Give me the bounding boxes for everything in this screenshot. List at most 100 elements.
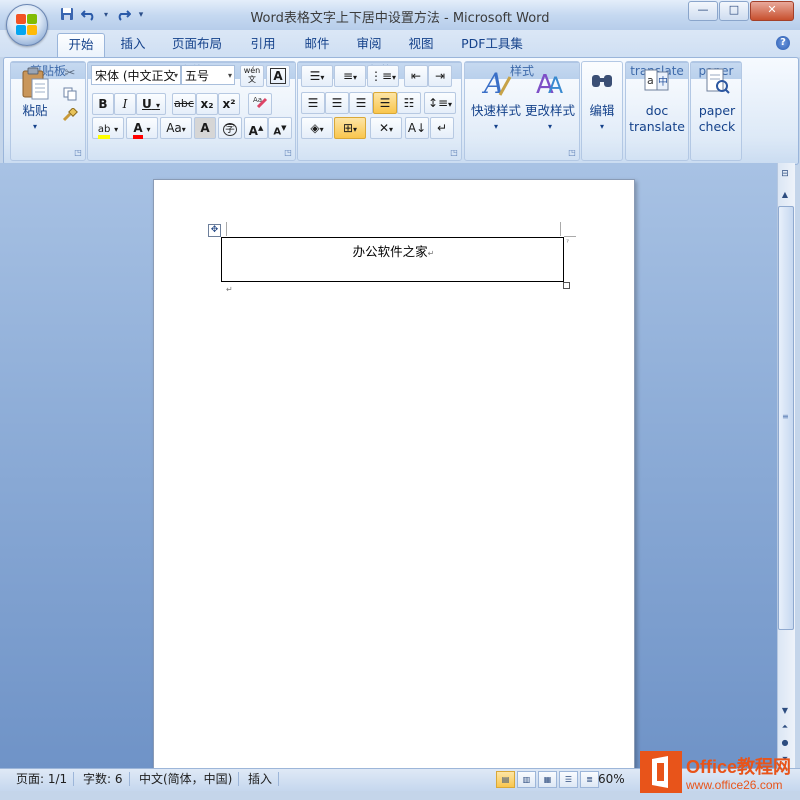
scroll-down-icon[interactable]: ▼ xyxy=(778,704,792,718)
highlight-button[interactable]: ab ▾ xyxy=(92,117,124,139)
justify-button[interactable]: ☰ xyxy=(373,92,397,114)
status-insert-mode[interactable]: 插入 xyxy=(242,772,280,786)
web-layout-icon[interactable]: ▦ xyxy=(538,771,557,788)
clear-formatting-button[interactable]: Aa xyxy=(248,93,272,115)
paragraph-mark: ↵ xyxy=(226,285,233,294)
borders-button[interactable]: ⊞▾ xyxy=(334,117,366,139)
subscript-button[interactable]: x₂ xyxy=(196,93,218,115)
tab-page-layout[interactable]: 页面布局 xyxy=(166,33,228,55)
group-font: 宋体 (中文正文 ▾ 五号 ▾ wén 文 A B I U ▾ abc x₂ x² … xyxy=(87,61,296,161)
zoom-level[interactable]: 60% xyxy=(592,772,631,786)
font-size-combo[interactable]: 五号 ▾ xyxy=(181,65,235,85)
superscript-button[interactable]: x² xyxy=(218,93,240,115)
scroll-thumb[interactable]: ≡ xyxy=(778,206,794,630)
doc-translate-button[interactable]: a中 doc translate xyxy=(628,64,686,138)
margin-mark xyxy=(226,222,227,236)
status-word-count[interactable]: 字数: 6 xyxy=(77,772,130,786)
shrink-font-button[interactable]: A▼ xyxy=(268,117,292,139)
font-size-value: 五号 xyxy=(185,69,210,83)
sort-button[interactable]: A↓ xyxy=(405,117,429,139)
tab-insert[interactable]: 插入 xyxy=(112,33,154,55)
status-language[interactable]: 中文(简体，中国) xyxy=(133,772,240,786)
document-table[interactable]: 办公软件之家↵ xyxy=(221,237,564,282)
change-styles-button[interactable]: AA 更改样式 ▾ xyxy=(522,64,578,136)
strikethrough-button[interactable]: abc xyxy=(172,93,196,115)
tab-view[interactable]: 视图 xyxy=(400,33,442,55)
asian-layout-button[interactable]: ✕▾ xyxy=(370,117,402,139)
quick-styles-button[interactable]: A 快速样式 ▾ xyxy=(468,64,524,136)
maximize-button[interactable]: □ xyxy=(719,1,749,21)
enclose-characters-button[interactable]: 字 xyxy=(218,117,242,139)
outline-view-icon[interactable]: ☰ xyxy=(559,771,578,788)
office-button[interactable] xyxy=(6,4,48,46)
tab-mailings[interactable]: 邮件 xyxy=(296,33,338,55)
tab-review[interactable]: 审阅 xyxy=(348,33,390,55)
increase-indent-button[interactable]: ⇥ xyxy=(428,65,452,87)
font-launcher-icon[interactable]: ◳ xyxy=(284,149,292,157)
font-name-value: 宋体 (中文正文 xyxy=(95,69,176,83)
cell-text: 办公软件之家 xyxy=(352,244,428,259)
paste-label: 粘贴 xyxy=(22,103,48,118)
align-left-button[interactable]: ☰ xyxy=(301,92,325,114)
previous-page-icon[interactable]: ⏶ xyxy=(778,720,792,734)
tab-pdf-tools[interactable]: PDF工具集 xyxy=(456,33,528,55)
chevron-down-icon: ▾ xyxy=(227,71,232,80)
decrease-indent-button[interactable]: ⇤ xyxy=(404,65,428,87)
cut-button[interactable]: ✂ xyxy=(59,65,81,85)
multilevel-list-button[interactable]: ⋮≡▾ xyxy=(367,65,399,87)
distributed-button[interactable]: ☷ xyxy=(397,92,421,114)
char-shading-button[interactable]: A xyxy=(194,117,216,139)
shrink-font-label: A xyxy=(273,126,282,138)
italic-button[interactable]: I xyxy=(114,93,136,115)
phonetic-guide-button[interactable]: wén 文 xyxy=(240,65,264,87)
numbering-button[interactable]: ≡▾ xyxy=(334,65,366,87)
svg-text:a: a xyxy=(647,74,654,87)
editing-button[interactable]: 编辑 ▾ xyxy=(584,64,620,136)
clipboard-icon xyxy=(22,67,49,100)
row-end-mark: ˀ xyxy=(566,238,569,247)
show-marks-button[interactable]: ↵ xyxy=(430,117,454,139)
full-screen-reading-icon[interactable]: ▥ xyxy=(517,771,536,788)
change-case-button[interactable]: Aa▾ xyxy=(160,117,192,139)
align-center-button[interactable]: ☰ xyxy=(325,92,349,114)
styles-launcher-icon[interactable]: ◳ xyxy=(568,149,576,157)
paste-button[interactable]: 粘贴 ▾ xyxy=(15,64,55,136)
office-logo-icon xyxy=(16,14,38,36)
window-controls: — □ ✕ xyxy=(688,1,794,21)
char-border-button[interactable]: A xyxy=(266,65,290,87)
table-cell[interactable]: 办公软件之家↵ xyxy=(222,241,565,260)
status-page[interactable]: 页面: 1/1 xyxy=(10,772,75,786)
copy-button[interactable] xyxy=(59,86,81,106)
highlight-icon: ab xyxy=(97,124,111,139)
underline-label: U xyxy=(142,97,152,111)
table-move-handle-icon[interactable]: ✥ xyxy=(208,224,221,237)
tab-home[interactable]: 开始 xyxy=(57,33,105,58)
line-spacing-button[interactable]: ↕≡▾ xyxy=(424,92,456,114)
close-button[interactable]: ✕ xyxy=(750,1,794,21)
window-title: Word表格文字上下居中设置方法 - Microsoft Word xyxy=(250,11,550,26)
help-icon[interactable]: ? xyxy=(776,36,790,50)
table-resize-handle[interactable] xyxy=(563,282,570,289)
shading-button[interactable]: ◈▾ xyxy=(301,117,333,139)
paper-check-button[interactable]: paper check xyxy=(691,64,743,138)
align-center-icon: ☰ xyxy=(331,96,343,110)
print-layout-icon[interactable]: ▤ xyxy=(496,771,515,788)
binoculars-icon xyxy=(592,75,612,87)
sort-icon: A↓ xyxy=(407,121,427,135)
svg-text:A: A xyxy=(548,74,563,99)
bullets-button[interactable]: ☰▾ xyxy=(301,65,333,87)
font-name-combo[interactable]: 宋体 (中文正文 ▾ xyxy=(91,65,181,85)
ruler-toggle-icon[interactable]: ⊟ xyxy=(778,167,792,181)
minimize-button[interactable]: — xyxy=(688,1,718,21)
font-color-button[interactable]: A ▾ xyxy=(126,117,158,139)
underline-button[interactable]: U ▾ xyxy=(136,93,166,115)
scroll-up-icon[interactable]: ▲ xyxy=(778,188,792,202)
align-right-button[interactable]: ☰ xyxy=(349,92,373,114)
quick-styles-label: 快速样式 xyxy=(470,103,521,118)
bold-button[interactable]: B xyxy=(92,93,114,115)
format-painter-button[interactable] xyxy=(59,107,81,127)
grow-font-button[interactable]: A▲ xyxy=(244,117,268,139)
paragraph-launcher-icon[interactable]: ◳ xyxy=(450,149,458,157)
tab-references[interactable]: 引用 xyxy=(242,33,284,55)
clipboard-launcher-icon[interactable]: ◳ xyxy=(74,149,82,157)
